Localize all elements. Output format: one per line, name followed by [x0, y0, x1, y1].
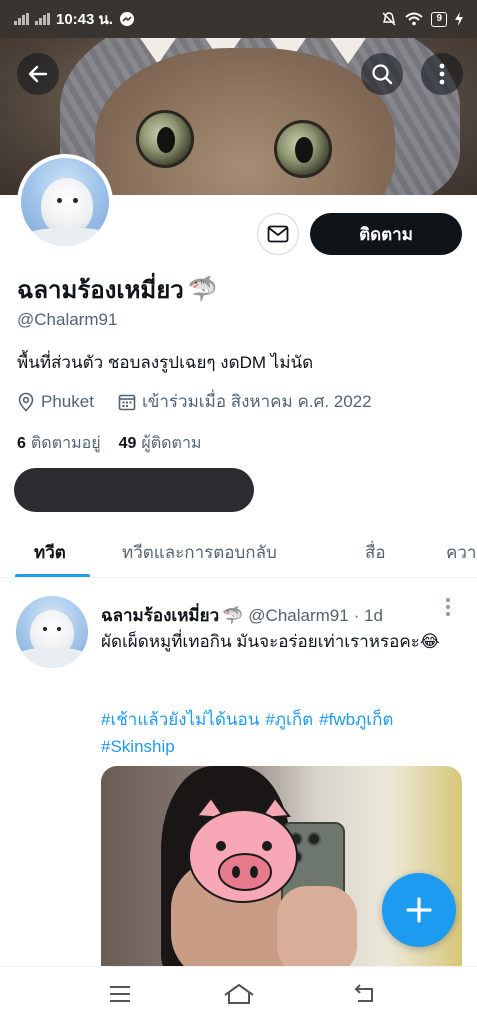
tab-media[interactable]: สื่อ [365, 526, 386, 577]
message-button[interactable] [257, 213, 299, 255]
back-nav-icon[interactable] [352, 983, 376, 1005]
mail-icon [267, 225, 289, 243]
more-options-button[interactable] [421, 53, 463, 95]
profile-bio: พื้นที่ส่วนตัว ชอบลงรูปเฉยๆ งดDM ไม่นัด [17, 353, 314, 372]
hashtag-link[interactable]: #fwbภูเก็ต [319, 710, 393, 729]
search-button[interactable] [361, 53, 403, 95]
tab-tweets-replies[interactable]: ทวีตและการตอบกลับ [122, 526, 277, 577]
profile-name: ฉลามร้องเหมี่ยว 🦈 [17, 270, 218, 309]
hashtag-link[interactable]: #Skinship [101, 737, 175, 756]
following-count: 6 [17, 435, 26, 452]
tab-active-indicator [15, 574, 90, 577]
profile-joined: เข้าร่วมเมื่อ สิงหาคม ค.ศ. 2022 [141, 392, 372, 411]
location-pin-icon [18, 392, 34, 412]
profile-avatar[interactable] [17, 154, 113, 250]
calendar-icon [118, 394, 136, 410]
banner-cat-eye-left [136, 110, 194, 168]
signal-icon [14, 13, 29, 25]
home-icon[interactable] [222, 983, 256, 1005]
display-name: ฉลามร้องเหมี่ยว [17, 277, 184, 304]
tweet-avatar[interactable] [16, 596, 88, 668]
profile-handle: @Chalarm91 [17, 310, 118, 329]
back-arrow-icon [28, 65, 48, 83]
status-time: 10:43 น. [56, 11, 113, 28]
tweet-time: · 1d [353, 605, 383, 625]
profile-meta: Phuket เข้าร่วมเมื่อ สิงหาคม ค.ศ. 2022 [17, 388, 372, 415]
follow-stats: 6 ติดตามอยู่ 49 ผู้ติดตาม [17, 431, 201, 456]
more-vertical-icon [439, 63, 445, 85]
followers-count: 49 [118, 435, 137, 452]
compose-plus-icon [406, 897, 432, 923]
follow-button[interactable]: ติดตาม [310, 213, 462, 255]
redacted-block [14, 468, 254, 512]
hashtag-link[interactable]: #ภูเก็ต [265, 710, 313, 729]
status-bar: 10:43 น. 9 [0, 0, 477, 38]
messenger-icon [119, 12, 134, 26]
charging-icon [455, 12, 463, 26]
tweet-text: ผัดเผ็ดหมูที่เทอกิน มันจะอร่อยเท่าเราหรอ… [101, 632, 440, 651]
banner-cat-face [95, 48, 395, 195]
tweet-more-button[interactable] [446, 598, 450, 616]
tweet-author-name[interactable]: ฉลามร้องเหมี่ยว [101, 602, 219, 629]
followers-label: ผู้ติดตาม [141, 435, 202, 452]
wifi-icon [405, 12, 424, 26]
battery-indicator: 9 [431, 11, 447, 27]
tweet-hashtags: #เช้าแล้วยังไม่ได้นอน #ภูเก็ต #fwbภูเก็ต #S… [101, 706, 451, 760]
search-icon [372, 64, 393, 85]
pig-emoji-icon [188, 796, 298, 903]
back-button[interactable] [17, 53, 59, 95]
tab-likes[interactable]: ควา [446, 526, 476, 577]
compose-button[interactable] [382, 873, 456, 947]
tweet-author-handle[interactable]: @Chalarm91 [248, 606, 348, 626]
followers-link[interactable]: 49 ผู้ติดตาม [119, 431, 202, 456]
tweet-header: ฉลามร้องเหมี่ยว 🦈 @Chalarm91 · 1d [101, 602, 383, 629]
avatar-seal [41, 178, 93, 234]
tweet-author-emoji: 🦈 [222, 605, 244, 625]
profile-location: Phuket [41, 391, 94, 411]
tab-tweets[interactable]: ทวีต [34, 526, 66, 577]
signal-icon-2 [35, 13, 50, 25]
following-label: ติดตามอยู่ [30, 435, 101, 452]
profile-tabs: ทวีต ทวีตและการตอบกลับ สื่อ ควา [0, 526, 477, 578]
banner-cat-eye-right [274, 120, 332, 178]
system-nav-bar [0, 966, 477, 1024]
menu-icon[interactable] [108, 983, 132, 1005]
hashtag-link[interactable]: #เช้าแล้วยังไม่ได้นอน [101, 710, 259, 729]
following-link[interactable]: 6 ติดตามอยู่ [17, 431, 101, 456]
name-emoji: 🦈 [187, 276, 218, 303]
mute-icon [382, 12, 396, 26]
